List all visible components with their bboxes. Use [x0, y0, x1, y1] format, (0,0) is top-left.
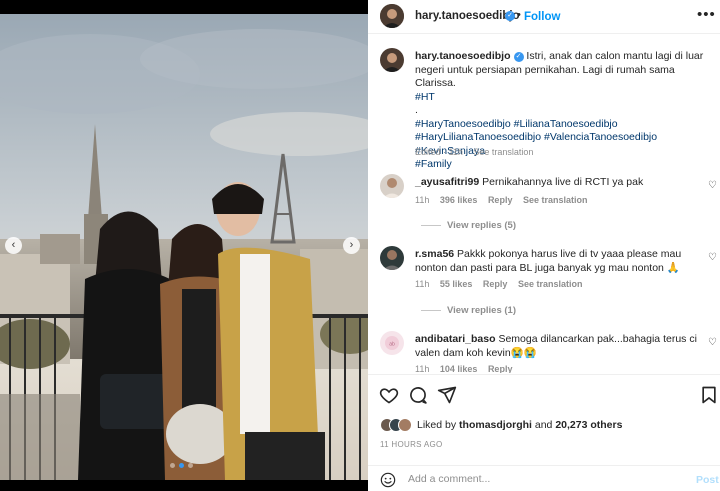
view-replies-button[interactable]: View replies (1): [421, 305, 516, 316]
view-replies-label[interactable]: View replies (5): [447, 220, 516, 231]
comment-likes-count[interactable]: 396 likes: [440, 195, 478, 205]
comment-username[interactable]: r.sma56: [415, 248, 454, 260]
add-comment-input[interactable]: [408, 471, 678, 487]
post-actions: Liked by thomasdjorghi and 20,273 others…: [368, 374, 720, 491]
post-time-ago[interactable]: 11 HOURS AGO: [380, 440, 443, 449]
post-photo[interactable]: [0, 14, 368, 480]
comment-text: Pakkk pokonya harus live di tv yaaa plea…: [415, 248, 682, 274]
view-replies-button[interactable]: View replies (5): [421, 220, 516, 231]
replies-divider-line: [421, 310, 441, 311]
comment-username[interactable]: andibatari_baso: [415, 333, 496, 345]
caption-edited-time: Edited · 11h: [415, 147, 463, 157]
author-username[interactable]: hary.tanoesoedibjo: [415, 10, 520, 22]
comment-like-heart-icon[interactable]: ♡: [708, 180, 717, 191]
comment-3: andibatari_baso Semoga dilancarkan pak..…: [415, 333, 710, 360]
hashtag-link[interactable]: #HaryTanoesoedibjo: [415, 118, 511, 130]
liked-by-others[interactable]: 20,273 others: [555, 419, 622, 431]
comment-likes-count[interactable]: 55 likes: [440, 279, 473, 289]
caption-username[interactable]: hary.tanoesoedibjo: [415, 50, 511, 62]
verified-badge-icon: ✓: [505, 11, 515, 21]
comment-2-meta: 11h 55 likes Reply See translation: [415, 279, 590, 289]
comment-time: 11h: [415, 279, 430, 289]
commenter-avatar[interactable]: [380, 174, 404, 198]
comment-likes-count[interactable]: 104 likes: [440, 364, 478, 373]
carousel-next-icon[interactable]: ›: [343, 237, 360, 254]
follow-button[interactable]: Follow: [524, 11, 560, 23]
caption-dot: .: [415, 104, 418, 116]
send-icon[interactable]: [437, 385, 457, 405]
see-translation-link[interactable]: See translation: [473, 147, 533, 157]
comment-text: Pernikahannya live di RCTI ya pak: [482, 176, 644, 188]
liked-by-and: and: [534, 419, 553, 431]
replies-divider-line: [421, 225, 441, 226]
author-avatar[interactable]: [380, 4, 404, 28]
see-translation-link[interactable]: See translation: [523, 195, 588, 205]
liked-by-user[interactable]: thomasdjorghi: [459, 419, 532, 431]
post-header: hary.tanoesoedibjo ✓ • Follow •••: [368, 0, 720, 34]
verified-badge-icon: ✓: [513, 52, 524, 62]
comment-username[interactable]: _ayusafitri99: [415, 176, 479, 188]
commenter-avatar[interactable]: [380, 246, 404, 270]
comment-like-heart-icon[interactable]: ♡: [708, 337, 717, 348]
liked-by-text: Liked by thomasdjorghi and 20,273 others: [417, 419, 622, 431]
comments-scroll-area[interactable]: hary.tanoesoedibjo ✓ Istri, anak dan calo…: [368, 35, 720, 373]
hashtag-link[interactable]: #HT: [415, 91, 435, 103]
commenter-avatar[interactable]: ab: [380, 331, 404, 355]
liker-avatar[interactable]: [398, 418, 412, 432]
carousel-dots: [170, 463, 193, 468]
svg-text:ab: ab: [389, 342, 395, 348]
hashtag-link[interactable]: #ValenciaTanoesoedibjo: [544, 131, 657, 143]
carousel-dot: [170, 463, 175, 468]
comment-1-meta: 11h 396 likes Reply See translation: [415, 195, 596, 205]
hashtag-link[interactable]: #HaryLilianaTanoesoedibjo: [415, 131, 541, 143]
liked-by-row: Liked by thomasdjorghi and 20,273 others: [380, 418, 622, 432]
comment-like-heart-icon[interactable]: ♡: [708, 252, 717, 263]
post-comment-button[interactable]: Post: [696, 474, 719, 486]
emoji-icon[interactable]: [380, 472, 396, 488]
add-comment-bar: Post: [368, 465, 720, 491]
carousel-dot-active: [179, 463, 184, 468]
liked-by-prefix: Liked by: [417, 419, 457, 431]
reply-button[interactable]: Reply: [483, 279, 508, 289]
bookmark-icon[interactable]: [699, 385, 719, 405]
header-separator: •: [517, 9, 521, 21]
hashtag-link[interactable]: #Family: [415, 158, 452, 170]
reply-button[interactable]: Reply: [488, 364, 513, 373]
comment-time: 11h: [415, 195, 430, 205]
heart-icon[interactable]: [379, 385, 399, 405]
carousel-prev-icon[interactable]: ‹: [5, 237, 22, 254]
post-media[interactable]: ‹ ›: [0, 0, 368, 491]
caption-meta: Edited · 11h See translation: [415, 147, 541, 157]
comment-2: r.sma56 Pakkk pokonya harus live di tv y…: [415, 248, 710, 275]
comment-time: 11h: [415, 364, 430, 373]
comment-3-meta: 11h 104 likes Reply: [415, 364, 520, 373]
see-translation-link[interactable]: See translation: [518, 279, 583, 289]
reply-button[interactable]: Reply: [488, 195, 513, 205]
hashtag-link[interactable]: #LilianaTanoesoedibjo: [514, 118, 618, 130]
post-side-panel: hary.tanoesoedibjo ✓ • Follow ••• hary.t…: [368, 0, 720, 491]
carousel-dot: [188, 463, 193, 468]
more-horizontal-icon[interactable]: •••: [697, 6, 716, 23]
comment-1: _ayusafitri99 Pernikahannya live di RCTI…: [415, 176, 710, 190]
comment-icon[interactable]: [408, 385, 428, 405]
view-replies-label[interactable]: View replies (1): [447, 305, 516, 316]
caption-author-avatar[interactable]: [380, 48, 404, 72]
